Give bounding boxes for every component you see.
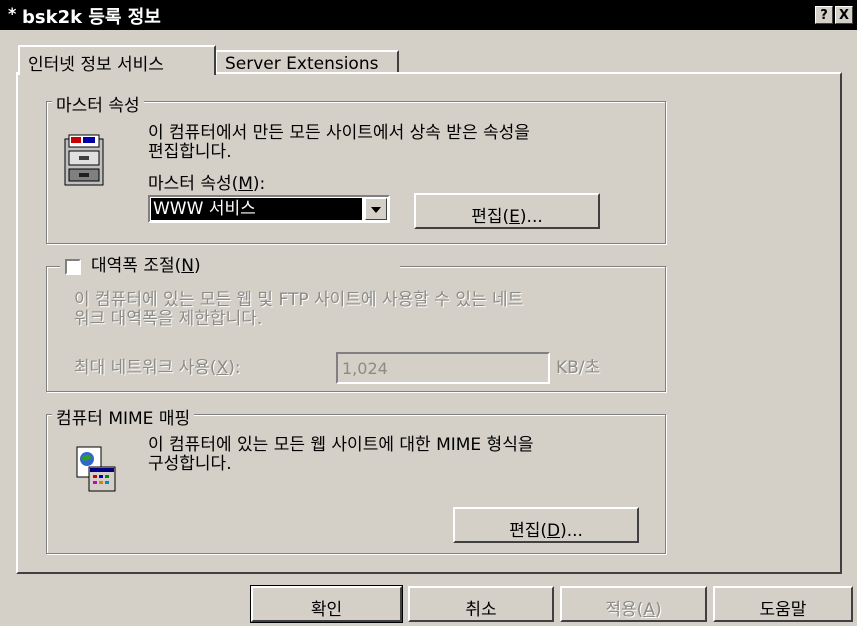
master-prop-label: 마스터 속성(M): xyxy=(148,175,265,193)
bandwidth-description-line1: 이 컴퓨터에 있는 모든 웹 및 FTP 사이트에 사용할 수 있는 네트 xyxy=(74,290,524,310)
master-prop-label-prefix: 마스터 속성( xyxy=(148,174,239,194)
folder-cabinet-icon xyxy=(63,133,105,187)
window-title: bsk2k 등록 정보 xyxy=(22,7,161,28)
master-edit-prefix: 편집( xyxy=(471,207,510,227)
mime-edit-prefix: 편집( xyxy=(509,521,547,541)
master-prop-label-key: M xyxy=(238,174,253,194)
master-property-select[interactable]: WWW 서비스 xyxy=(148,195,390,223)
help-dialog-button[interactable]: 도움말 xyxy=(713,586,853,622)
apply-button[interactable]: 적용(A) xyxy=(560,586,707,622)
master-edit-suffix: )... xyxy=(519,207,543,227)
mime-description-line2: 구성합니다. xyxy=(148,454,232,474)
mime-description-line1: 이 컴퓨터에 있는 모든 웹 사이트에 대한 MIME 형식을 xyxy=(148,435,534,455)
master-description-line1: 이 컴퓨터에서 만든 모든 사이트에서 상속 받은 속성을 xyxy=(148,123,530,143)
master-description-line2: 편집합니다. xyxy=(148,142,232,162)
master-prop-label-suffix: ): xyxy=(252,174,266,194)
tab-iis[interactable]: 인터넷 정보 서비스 xyxy=(18,45,216,75)
apply-prefix: 적용( xyxy=(605,600,644,620)
max-network-label-suffix: ): xyxy=(228,358,241,378)
tab-server-extensions[interactable]: Server Extensions xyxy=(215,50,399,74)
ok-button[interactable]: 확인 xyxy=(250,585,403,623)
close-button[interactable]: X xyxy=(835,6,853,24)
apply-suffix: ) xyxy=(654,600,662,620)
mime-edit-suffix: )... xyxy=(560,521,583,541)
mime-edit-key: D xyxy=(546,521,561,541)
window-icon: * xyxy=(8,4,17,23)
master-properties-legend: 마스터 속성 xyxy=(52,91,144,116)
bandwidth-legend-suffix: ) xyxy=(193,256,201,276)
title-bar: * bsk2k 등록 정보 ? X xyxy=(0,0,857,30)
max-network-label-key: X xyxy=(216,358,229,378)
max-network-input[interactable]: 1,024 xyxy=(336,352,550,384)
max-network-unit: KB/초 xyxy=(556,358,601,378)
bandwidth-description-line2: 워크 대역폭을 제한합니다. xyxy=(74,309,263,329)
max-network-label-prefix: 최대 네트워크 사용( xyxy=(74,358,217,378)
mime-edit-button[interactable]: 편집(D)... xyxy=(453,507,639,543)
bandwidth-legend-key: N xyxy=(181,256,194,276)
tab-iis-label: 인터넷 정보 서비스 xyxy=(28,55,164,75)
cancel-button[interactable]: 취소 xyxy=(408,586,554,622)
max-network-label: 최대 네트워크 사용(X): xyxy=(74,359,241,377)
apply-key: A xyxy=(643,600,655,620)
mime-legend: 컴퓨터 MIME 매핑 xyxy=(52,404,195,429)
bandwidth-legend: 대역폭 조절(N) xyxy=(91,257,201,275)
master-edit-key: E xyxy=(509,207,520,227)
chevron-down-icon[interactable] xyxy=(365,198,387,220)
help-button[interactable]: ? xyxy=(815,6,833,24)
mime-map-icon xyxy=(75,445,117,493)
bandwidth-checkbox[interactable] xyxy=(65,259,81,275)
tab-server-extensions-label: Server Extensions xyxy=(225,54,379,74)
master-edit-button[interactable]: 편집(E)... xyxy=(414,193,600,229)
master-property-selected-value: WWW 서비스 xyxy=(151,198,362,220)
bandwidth-legend-prefix: 대역폭 조절( xyxy=(91,256,182,276)
